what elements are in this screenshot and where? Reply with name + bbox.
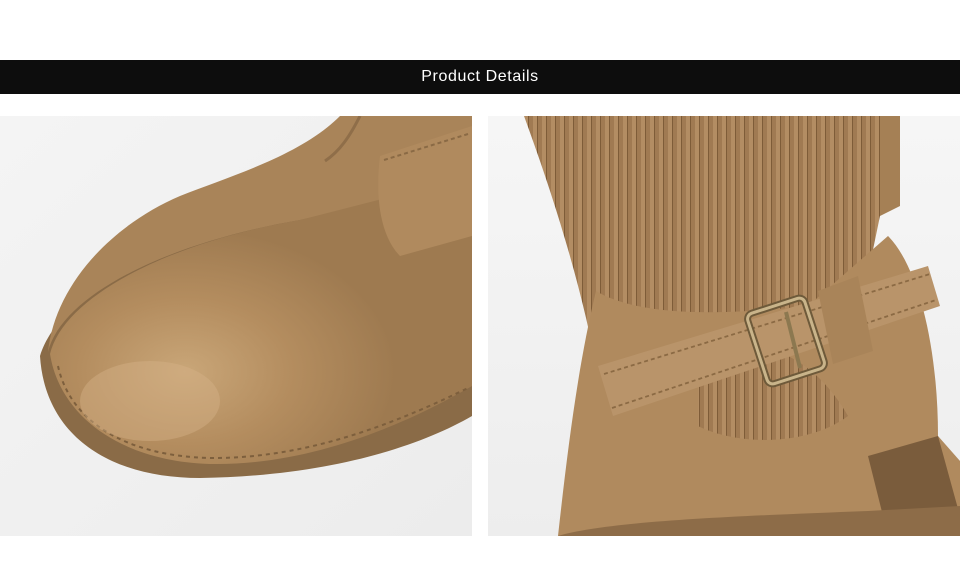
- boot-toe-illustration: [0, 116, 472, 536]
- banner-title: Product Details: [421, 68, 539, 85]
- product-details-banner: Product Details: [0, 60, 960, 94]
- boot-buckle-photo: [488, 116, 960, 536]
- boot-buckle-illustration: [488, 116, 960, 536]
- boot-toe-photo: [0, 116, 472, 536]
